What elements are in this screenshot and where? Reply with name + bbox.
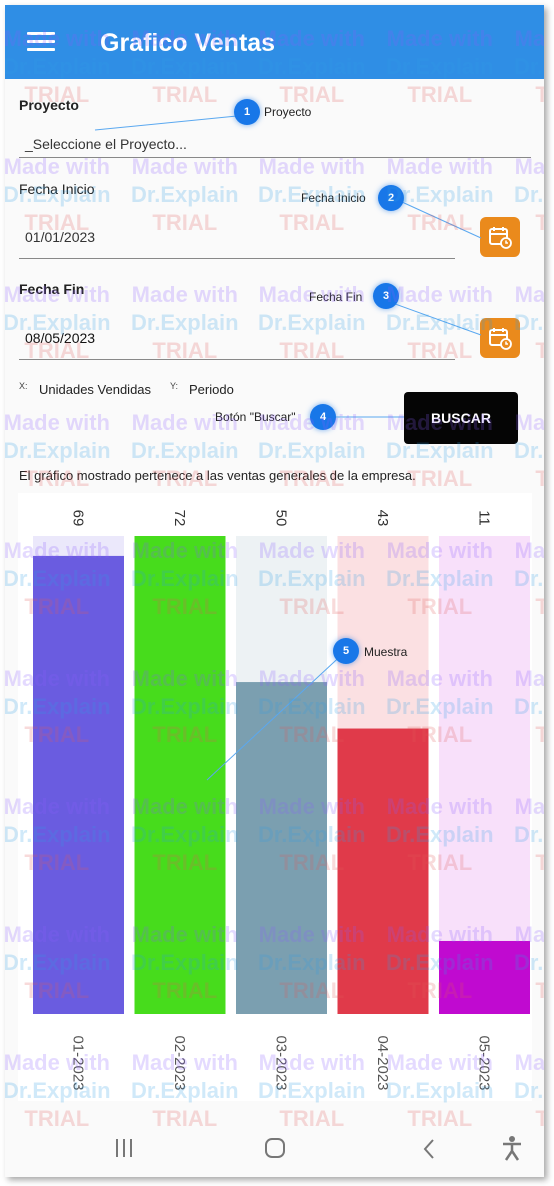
callout-4-label: Botón "Buscar" [215,410,296,424]
callout-4-badge: 4 [310,404,336,430]
callout-5-badge: 5 [333,638,359,664]
callout-2-badge: 2 [378,185,404,211]
callout-3-label: Fecha Fin [309,290,363,304]
callout-1-label: Proyecto [264,105,312,119]
callout-3-badge: 3 [373,283,399,309]
callout-lines [94,114,482,781]
callout-2-label: Fecha Inicio [301,191,366,205]
callout-1-badge: 1 [234,99,260,125]
phone-screen: Grafico Ventas Proyecto _Seleccione el P… [5,5,544,1177]
callout-5-label: Muestra [364,645,408,659]
